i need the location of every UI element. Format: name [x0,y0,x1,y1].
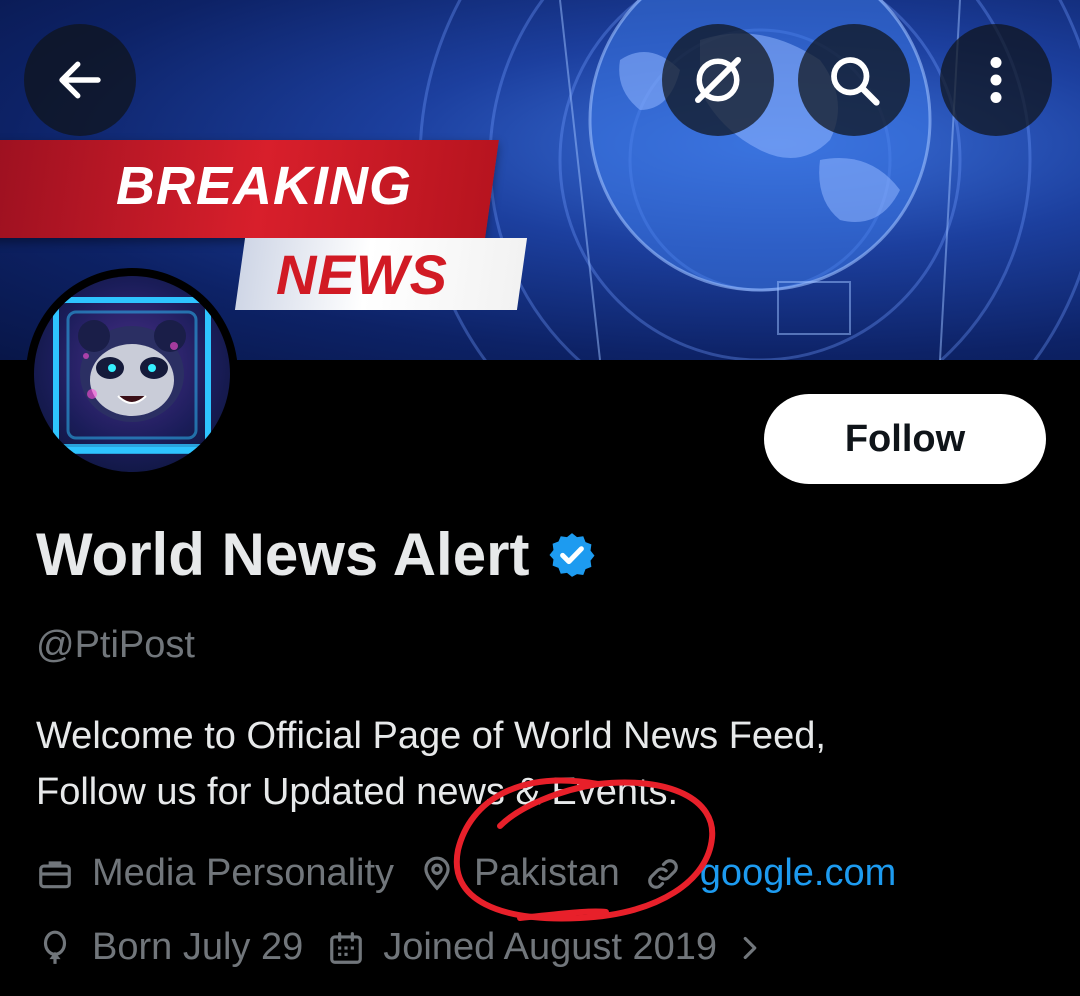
back-button[interactable] [24,24,136,136]
grok-icon [695,57,741,103]
avatar-image [34,276,230,472]
joined-item[interactable]: Joined August 2019 [327,926,783,969]
breaking-label: BREAKING [116,156,413,216]
category-label: Media Personality [92,852,395,894]
location-item: Pakistan [418,852,620,895]
profile-handle: @PtiPost [36,624,195,666]
news-label: NEWS [276,243,448,306]
grok-button[interactable] [662,24,774,136]
location-label: Pakistan [474,852,620,894]
calendar-icon [330,931,363,964]
birthday-item: Born July 29 [36,926,303,969]
profile-bio: Welcome to Official Page of World News F… [36,708,1036,820]
joined-label: Joined August 2019 [383,926,718,968]
profile-name-row: World News Alert [36,520,597,589]
birthday-label: Born July 29 [92,926,304,968]
website-link[interactable]: google.com [700,852,896,895]
avatar[interactable] [26,268,238,480]
bio-line-2: Follow us for Updated news & Events. [36,771,679,813]
search-button[interactable] [798,24,910,136]
chevron-right-icon[interactable] [735,929,765,967]
location-pin-icon [424,856,450,891]
more-vertical-icon [990,57,1002,103]
search-icon [831,57,880,106]
arrow-left-icon [59,61,101,99]
link-icon [648,858,678,889]
profile-meta-row-2: Born July 29 Joined August 2019 [36,926,807,969]
bio-line-1: Welcome to Official Page of World News F… [36,715,826,757]
follow-button[interactable]: Follow [764,394,1046,484]
category-item: Media Personality [36,852,394,895]
balloon-icon [43,930,67,964]
display-name: World News Alert [36,521,530,588]
briefcase-icon [39,860,71,888]
verified-badge-icon[interactable] [547,530,597,580]
profile-meta-row-1: Media Personality Pakistan google.com [36,852,920,895]
website-item[interactable]: google.com [644,852,896,895]
more-button[interactable] [940,24,1052,136]
